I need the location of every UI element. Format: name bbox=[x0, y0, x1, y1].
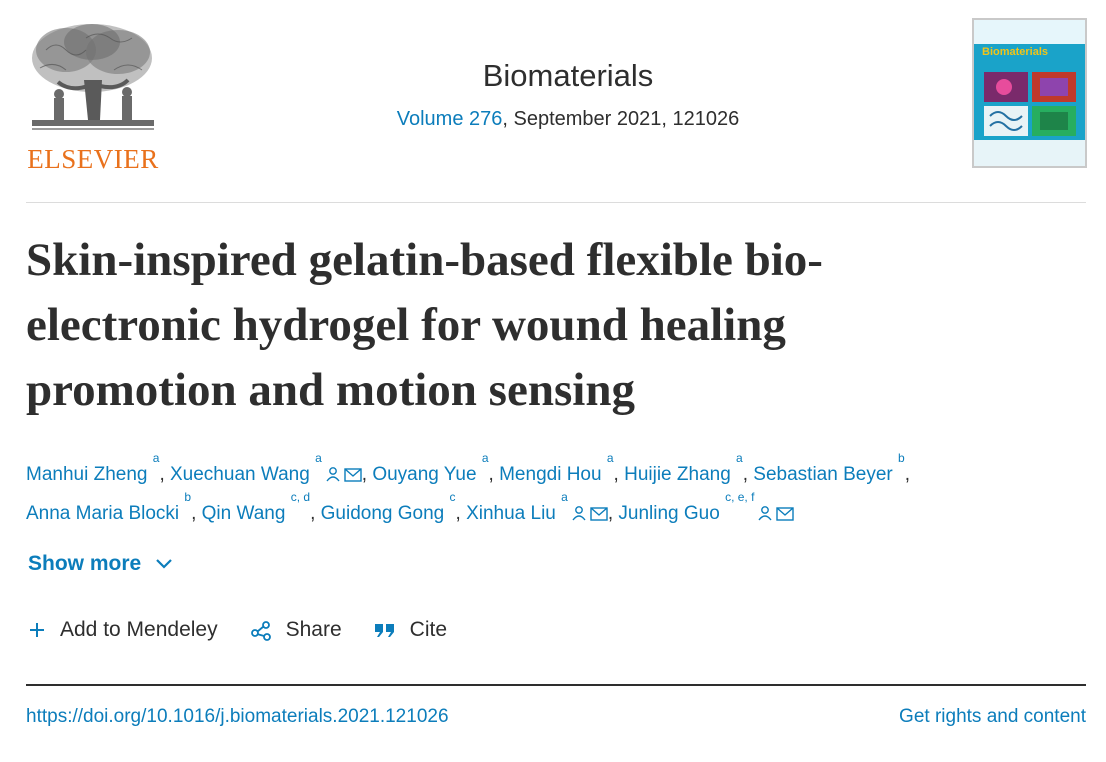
author-list: Manhui Zheng a, Xuechuan Wang a, Ouyang … bbox=[26, 451, 910, 524]
cover-title: Biomaterials bbox=[982, 46, 1049, 58]
author-link[interactable]: Manhui Zheng a bbox=[26, 452, 159, 485]
header-divider bbox=[26, 202, 1086, 203]
get-rights-link[interactable]: Get rights and content bbox=[899, 706, 1086, 728]
author-link[interactable]: Junling Guo c, e, f bbox=[618, 491, 795, 524]
author-link[interactable]: Sebastian Beyer b bbox=[753, 452, 904, 485]
author-link[interactable]: Ouyang Yue a bbox=[372, 452, 488, 485]
share-icon bbox=[250, 621, 271, 641]
author-link[interactable]: Anna Maria Blocki b bbox=[26, 491, 191, 524]
journal-info: Biomaterials Volume 276, September 2021,… bbox=[280, 58, 856, 131]
author-link[interactable]: Guidong Gong c bbox=[321, 491, 456, 524]
journal-title[interactable]: Biomaterials bbox=[280, 58, 856, 94]
author-link[interactable]: Mengdi Hou a bbox=[499, 452, 613, 485]
journal-issue-line: Volume 276, September 2021, 121026 bbox=[280, 108, 856, 131]
elsevier-logo[interactable]: ELSEVIER bbox=[26, 20, 160, 174]
article-actions: Add to Mendeley Share Cite bbox=[28, 618, 479, 642]
envelope-icon bbox=[590, 507, 608, 521]
show-more-label: Show more bbox=[28, 552, 142, 575]
envelope-icon bbox=[776, 507, 795, 521]
doi-link[interactable]: https://doi.org/10.1016/j.biomaterials.2… bbox=[26, 706, 449, 728]
issue-info: , September 2021, 121026 bbox=[502, 108, 740, 130]
show-more-button[interactable]: Show more bbox=[28, 552, 173, 576]
add-to-mendeley-label: Add to Mendeley bbox=[60, 618, 218, 641]
journal-cover-image[interactable]: Biomaterials bbox=[972, 18, 1087, 168]
title-line: electronic hydrogel for wound healing bbox=[26, 299, 786, 351]
cite-button[interactable]: Cite bbox=[374, 618, 447, 642]
title-line: promotion and motion sensing bbox=[26, 364, 635, 416]
author-link[interactable]: Xuechuan Wang a bbox=[170, 452, 362, 485]
person-icon bbox=[572, 506, 586, 521]
chevron-down-icon bbox=[156, 559, 172, 569]
plus-icon bbox=[30, 623, 44, 637]
share-label: Share bbox=[285, 618, 342, 641]
article-header: ELSEVIER Biomaterials Volume 276, Septem… bbox=[0, 0, 1106, 200]
quote-icon bbox=[374, 624, 394, 637]
person-icon bbox=[758, 506, 772, 521]
author-link[interactable]: Huijie Zhang a bbox=[624, 452, 743, 485]
article-title: Skin-inspired gelatin-based flexible bio… bbox=[26, 228, 1026, 423]
author-link[interactable]: Xinhua Liu a bbox=[466, 491, 608, 524]
share-button[interactable]: Share bbox=[250, 618, 342, 642]
cover-footer bbox=[974, 140, 1085, 166]
tree-icon bbox=[26, 20, 160, 138]
add-to-mendeley-button[interactable]: Add to Mendeley bbox=[28, 618, 218, 642]
volume-link[interactable]: Volume 276 bbox=[397, 108, 503, 130]
cite-label: Cite bbox=[409, 618, 448, 641]
author-link[interactable]: Qin Wang c, d bbox=[202, 491, 310, 524]
person-icon bbox=[326, 467, 340, 482]
cover-artwork bbox=[984, 72, 1076, 136]
cover-header-band bbox=[974, 20, 1085, 44]
envelope-icon bbox=[344, 468, 362, 482]
title-line: Skin-inspired gelatin-based flexible bio… bbox=[26, 234, 823, 286]
publisher-name: ELSEVIER bbox=[27, 144, 159, 174]
footer-divider bbox=[26, 684, 1086, 686]
